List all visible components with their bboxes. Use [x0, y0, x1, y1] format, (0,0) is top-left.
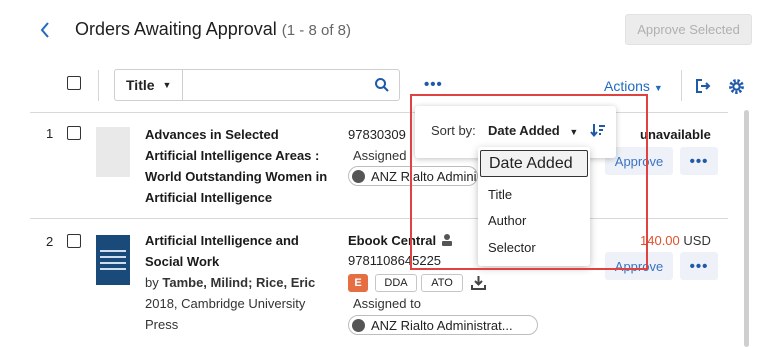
authors-line: by Tambe, Milind; Rice, Eric	[145, 272, 345, 293]
assignee-chip[interactable]: ANZ Rialto Administrat...	[348, 315, 538, 335]
title-line: Artificial Intelligence Areas :	[145, 148, 320, 163]
approve-selected-button[interactable]: Approve Selected	[625, 14, 752, 45]
more-dots-icon: •••	[689, 257, 709, 275]
assignee-name: ANZ Rialto Administrat...	[371, 317, 513, 333]
book-title[interactable]: Social Work	[145, 251, 345, 272]
actions-dropdown[interactable]: Actions ▼	[604, 78, 663, 94]
search-field-dropdown[interactable]: Title ▼	[114, 69, 182, 101]
book-cover-placeholder	[96, 127, 130, 177]
price: 140.00 USD	[640, 233, 711, 248]
title-line: World Outstanding Women in	[145, 169, 328, 184]
access-tag: ATO	[421, 274, 463, 292]
scrollbar[interactable]	[744, 110, 749, 347]
by-label: by	[145, 275, 159, 290]
toolbar-divider	[681, 70, 682, 101]
gear-icon[interactable]	[728, 78, 745, 95]
more-options-button[interactable]: •••	[424, 76, 443, 93]
currency: USD	[683, 233, 711, 248]
format-tag: E	[348, 274, 368, 292]
back-chevron-icon[interactable]	[38, 18, 52, 42]
publisher-line: Press	[145, 317, 179, 332]
search-icon[interactable]	[374, 77, 390, 93]
row-more-button[interactable]: •••	[680, 147, 718, 175]
title-line: Artificial Intelligence	[145, 190, 273, 205]
search-input[interactable]	[182, 69, 400, 101]
page-title: Orders Awaiting Approval (1 - 8 of 8)	[75, 19, 351, 40]
more-dots-icon: •••	[689, 152, 709, 170]
title-line: Advances in Selected	[145, 127, 279, 142]
book-title[interactable]: Artificial Intelligence and	[145, 230, 345, 251]
result-count: (1 - 8 of 8)	[281, 22, 351, 39]
user-icon	[352, 318, 365, 332]
authors: Tambe, Milind; Rice, Eric	[162, 275, 316, 290]
highlight-box	[410, 94, 648, 270]
row-more-button[interactable]: •••	[680, 252, 718, 280]
actions-label: Actions	[604, 78, 650, 94]
assigned-label: Assigned	[353, 148, 407, 163]
isbn: 97830309	[348, 127, 406, 142]
toolbar-divider	[98, 70, 99, 101]
select-all-checkbox[interactable]	[67, 76, 81, 90]
search-field-label: Title	[126, 77, 155, 93]
row-number: 1	[46, 126, 54, 141]
download-icon[interactable]	[471, 275, 486, 290]
caret-down-icon: ▼	[162, 80, 172, 90]
row-checkbox[interactable]	[67, 126, 81, 140]
row-number: 2	[46, 234, 54, 249]
book-info: Artificial Intelligence and Social Work …	[145, 230, 345, 335]
user-icon	[352, 169, 365, 183]
row-checkbox[interactable]	[67, 234, 81, 248]
caret-down-icon: ▼	[653, 83, 663, 93]
page-title-text: Orders Awaiting Approval	[75, 19, 277, 39]
book-cover-image	[96, 235, 130, 285]
assigned-label: Assigned to	[353, 296, 421, 311]
export-icon[interactable]	[695, 78, 711, 94]
model-tag: DDA	[375, 274, 417, 292]
year-publisher: 2018, Cambridge University	[145, 296, 306, 311]
book-title[interactable]: Advances in Selected Artificial Intellig…	[145, 124, 345, 208]
status-text: unavailable	[640, 127, 711, 142]
